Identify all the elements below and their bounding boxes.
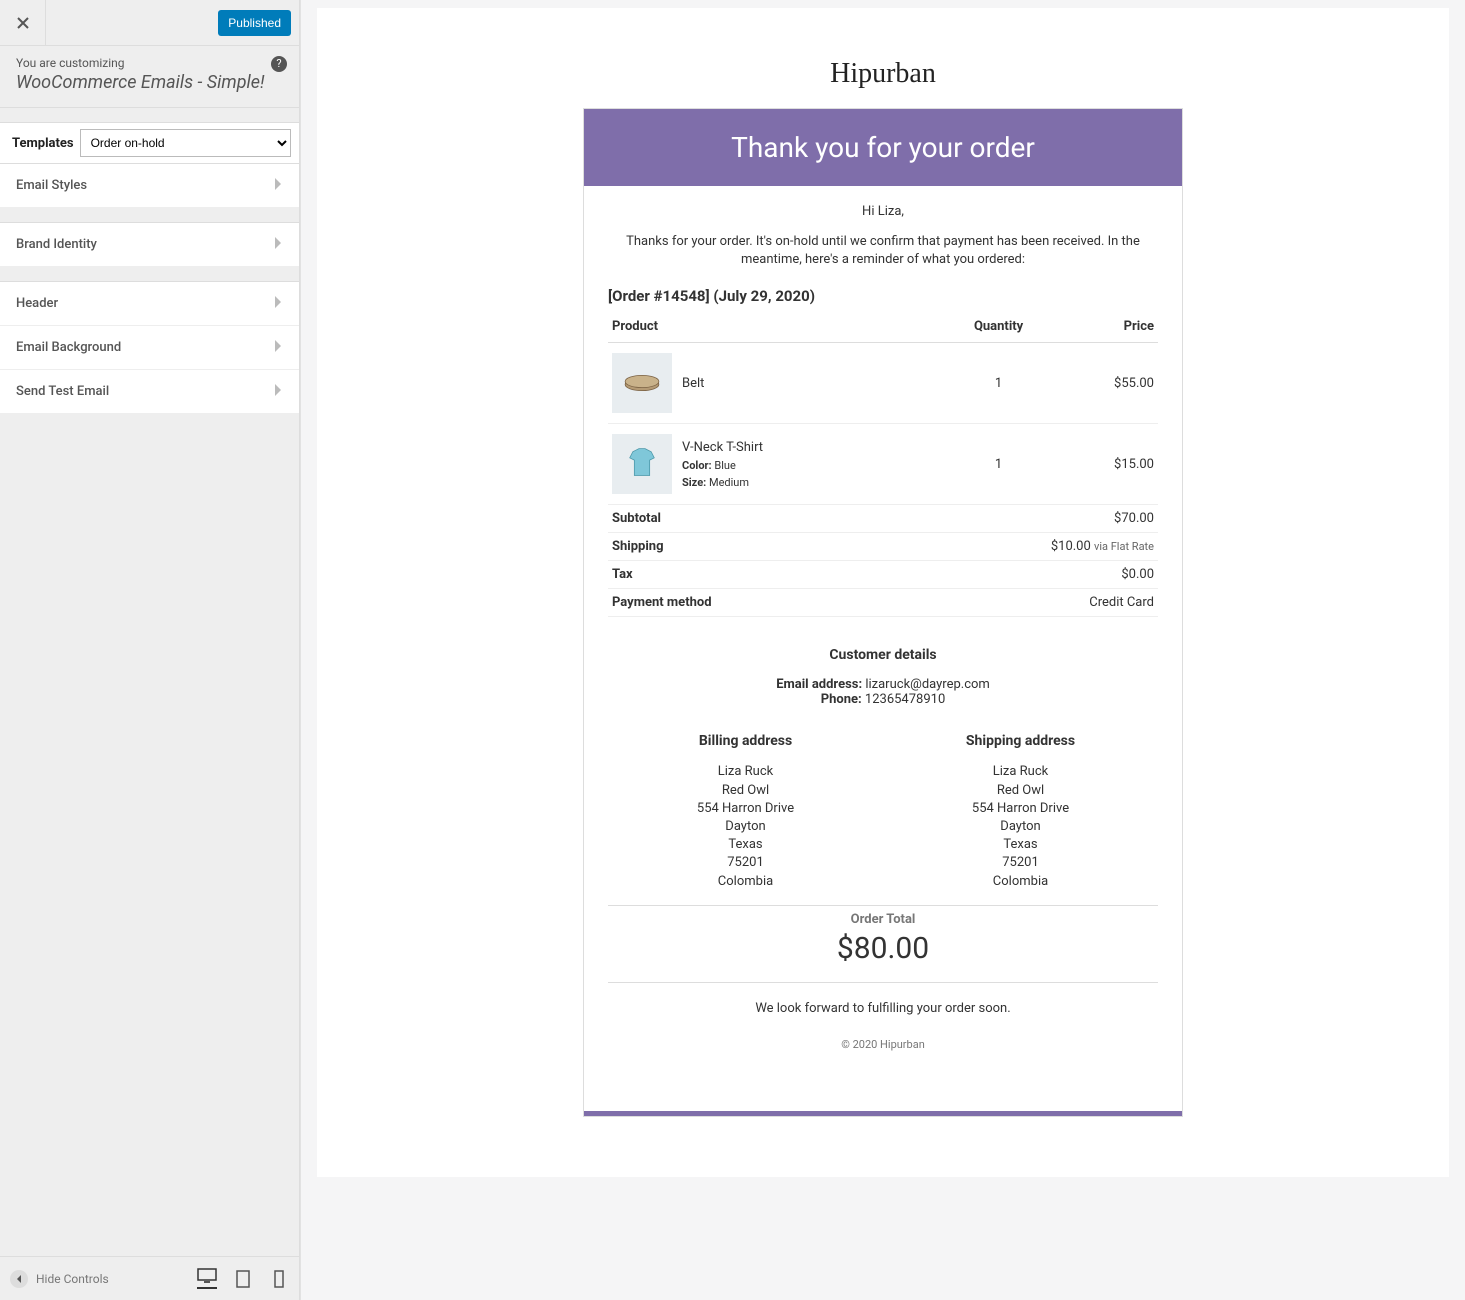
help-icon[interactable]: ? [271, 56, 287, 72]
customizer-sidebar: Published You are customizing WooCommerc… [0, 0, 300, 1300]
subtotal-label: Subtotal [608, 505, 878, 533]
price-cell: $55.00 [1058, 343, 1158, 424]
close-button[interactable] [0, 0, 46, 46]
payment-label: Payment method [608, 589, 878, 617]
product-attribute: Size: Medium [682, 476, 763, 489]
shipping-label: Shipping [608, 533, 878, 561]
email-greeting: Hi Liza, [608, 204, 1158, 219]
email-footer: © 2020 Hipurban [608, 1016, 1158, 1081]
th-quantity: Quantity [939, 311, 1058, 343]
th-product: Product [608, 311, 939, 343]
shipping-value: $10.00 via Flat Rate [878, 533, 1158, 561]
email-background-label: Email Background [16, 340, 121, 355]
template-selector-row: Templates Order on-hold [0, 122, 299, 164]
customizer-context: You are customizing WooCommerce Emails -… [0, 46, 299, 108]
address-line: Red Owl [608, 782, 883, 800]
customer-email: Email address: lizaruck@dayrep.com [608, 677, 1158, 692]
desktop-icon [197, 1268, 217, 1284]
customer-phone: Phone: 12365478910 [608, 692, 1158, 707]
payment-value: Credit Card [878, 589, 1158, 617]
section-header[interactable]: Header [0, 281, 299, 326]
product-thumb [612, 353, 672, 413]
address-line: Liza Ruck [883, 763, 1158, 781]
sidebar-footer: Hide Controls [0, 1256, 299, 1300]
publish-status-button[interactable]: Published [218, 10, 291, 36]
sidebar-topbar: Published [0, 0, 299, 46]
address-line: Colombia [883, 873, 1158, 891]
shipping-title: Shipping address [883, 733, 1158, 749]
shipping-address: Shipping address Liza RuckRed Owl554 Har… [883, 733, 1158, 890]
product-thumb [612, 434, 672, 494]
price-cell: $15.00 [1058, 424, 1158, 505]
customizing-label: You are customizing [16, 56, 283, 70]
email-intro: Thanks for your order. It's on-hold unti… [608, 233, 1158, 269]
order-total-label: Order Total [608, 912, 1158, 927]
brand-title: Hipurban [567, 58, 1199, 90]
hide-controls-button[interactable]: Hide Controls [10, 1270, 109, 1288]
section-email-styles[interactable]: Email Styles [0, 164, 299, 208]
tablet-icon [236, 1270, 250, 1288]
customizer-title: WooCommerce Emails - Simple! [16, 72, 283, 93]
preview-pane: Hipurban Thank you for your order Hi Liz… [300, 0, 1465, 1300]
section-email-background[interactable]: Email Background [0, 326, 299, 370]
order-total-value: $80.00 [608, 931, 1158, 966]
address-line: 75201 [883, 854, 1158, 872]
order-items-table: Product Quantity Price Belt1$55.00V-Neck… [608, 311, 1158, 505]
order-heading: [Order #14548] (July 29, 2020) [608, 287, 1158, 305]
address-line: Texas [608, 836, 883, 854]
th-price: Price [1058, 311, 1158, 343]
email-bottom-bar [584, 1111, 1182, 1116]
address-line: Dayton [883, 818, 1158, 836]
collapse-icon [10, 1270, 28, 1288]
email-card: Thank you for your order Hi Liza, Thanks… [583, 108, 1183, 1117]
send-test-email-label: Send Test Email [16, 384, 109, 399]
product-name: Belt [682, 376, 704, 391]
subtotal-value: $70.00 [878, 505, 1158, 533]
address-line: 554 Harron Drive [608, 800, 883, 818]
product-name: V-Neck T-Shirt [682, 440, 763, 455]
close-icon [15, 15, 31, 31]
address-line: Liza Ruck [608, 763, 883, 781]
customer-details: Customer details Email address: lizaruck… [608, 647, 1158, 707]
section-brand-identity[interactable]: Brand Identity [0, 222, 299, 267]
address-grid: Billing address Liza RuckRed Owl554 Harr… [608, 733, 1158, 890]
section-send-test-email[interactable]: Send Test Email [0, 370, 299, 414]
qty-cell: 1 [939, 424, 1058, 505]
address-line: Colombia [608, 873, 883, 891]
chevron-right-icon [273, 294, 283, 313]
qty-cell: 1 [939, 343, 1058, 424]
table-row: V-Neck T-Shirt Color: Blue Size: Medium 1$1… [608, 424, 1158, 505]
hide-controls-label: Hide Controls [36, 1272, 109, 1286]
template-select[interactable]: Order on-hold [80, 129, 291, 157]
closing-message: We look forward to fulfilling your order… [608, 1001, 1158, 1016]
table-row: Belt 1$55.00 [608, 343, 1158, 424]
email-header: Thank you for your order [584, 109, 1182, 186]
email-styles-label: Email Styles [16, 178, 87, 193]
tax-value: $0.00 [878, 561, 1158, 589]
brand-identity-label: Brand Identity [16, 237, 97, 252]
device-switcher [197, 1269, 289, 1289]
chevron-right-icon [273, 235, 283, 254]
order-total-section: Order Total $80.00 [608, 905, 1158, 983]
address-line: Texas [883, 836, 1158, 854]
tax-label: Tax [608, 561, 878, 589]
device-tablet-button[interactable] [233, 1269, 253, 1289]
address-line: 75201 [608, 854, 883, 872]
device-mobile-button[interactable] [269, 1269, 289, 1289]
order-totals-table: Subtotal $70.00 Shipping $10.00 via Flat… [608, 505, 1158, 617]
templates-label: Templates [0, 126, 80, 161]
device-desktop-button[interactable] [197, 1269, 217, 1289]
billing-address: Billing address Liza RuckRed Owl554 Harr… [608, 733, 883, 890]
billing-title: Billing address [608, 733, 883, 749]
header-label: Header [16, 296, 58, 311]
address-line: Red Owl [883, 782, 1158, 800]
product-attribute: Color: Blue [682, 459, 763, 472]
address-line: Dayton [608, 818, 883, 836]
chevron-right-icon [273, 338, 283, 357]
chevron-right-icon [273, 176, 283, 195]
address-line: 554 Harron Drive [883, 800, 1158, 818]
mobile-icon [274, 1270, 284, 1288]
chevron-right-icon [273, 382, 283, 401]
customer-details-title: Customer details [608, 647, 1158, 663]
